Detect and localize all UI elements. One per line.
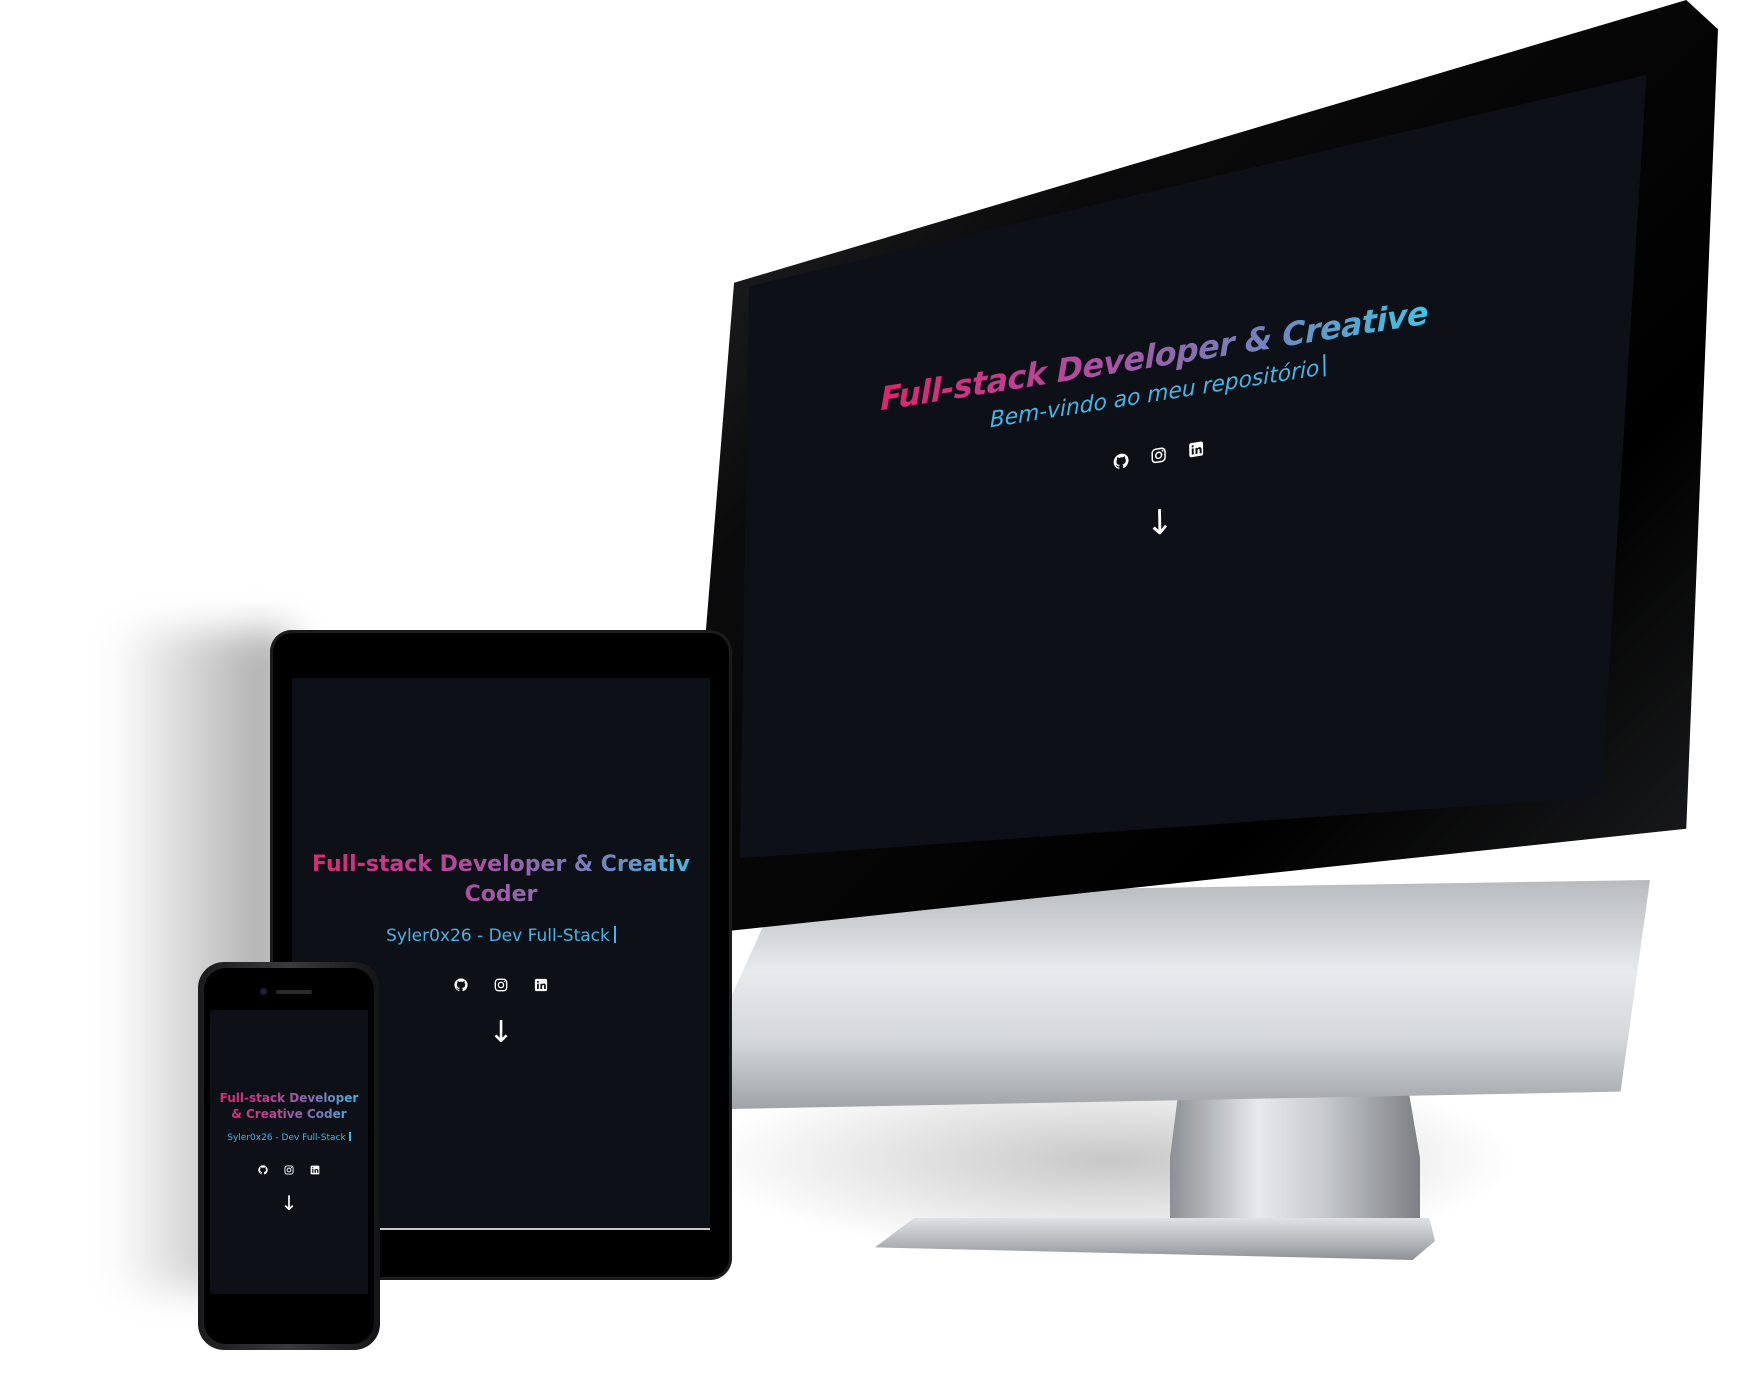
phone-social-links xyxy=(210,1165,368,1175)
github-icon[interactable] xyxy=(454,978,468,992)
phone-speaker xyxy=(276,990,312,994)
typing-caret xyxy=(348,1132,351,1141)
phone-hero-subtitle: Syler0x26 - Dev Full-Stack xyxy=(210,1132,368,1143)
desktop-hero: Full-stack Developer & Creative Coder Be… xyxy=(880,275,1541,584)
tablet-hero-title: Full-stack Developer & Creativ Coder xyxy=(292,850,710,910)
github-icon[interactable] xyxy=(1113,452,1129,471)
typing-caret xyxy=(1323,354,1326,377)
phone-subtitle-text: Syler0x26 - Dev Full-Stack xyxy=(227,1133,346,1143)
instagram-icon[interactable] xyxy=(1151,446,1167,465)
device-mockup-scene: Full-stack Developer & Creative Coder Be… xyxy=(0,0,1764,1373)
linkedin-icon[interactable] xyxy=(534,978,548,992)
instagram-icon[interactable] xyxy=(284,1165,294,1175)
typing-caret xyxy=(613,926,616,943)
instagram-icon[interactable] xyxy=(494,978,508,992)
phone-scroll-down-arrow[interactable]: ↓ xyxy=(210,1193,368,1213)
phone-hero-title: Full-stack Developer & Creative Coder xyxy=(210,1090,368,1122)
linkedin-icon[interactable] xyxy=(310,1165,320,1175)
tablet-hero-subtitle: Syler0x26 - Dev Full-Stack xyxy=(292,926,710,946)
linkedin-icon[interactable] xyxy=(1188,440,1204,459)
phone-screen: Full-stack Developer & Creative Coder Sy… xyxy=(210,1010,368,1294)
phone-device: Full-stack Developer & Creative Coder Sy… xyxy=(198,962,380,1350)
phone-camera xyxy=(260,988,267,995)
github-icon[interactable] xyxy=(258,1165,268,1175)
tablet-subtitle-text: Syler0x26 - Dev Full-Stack xyxy=(386,926,610,946)
